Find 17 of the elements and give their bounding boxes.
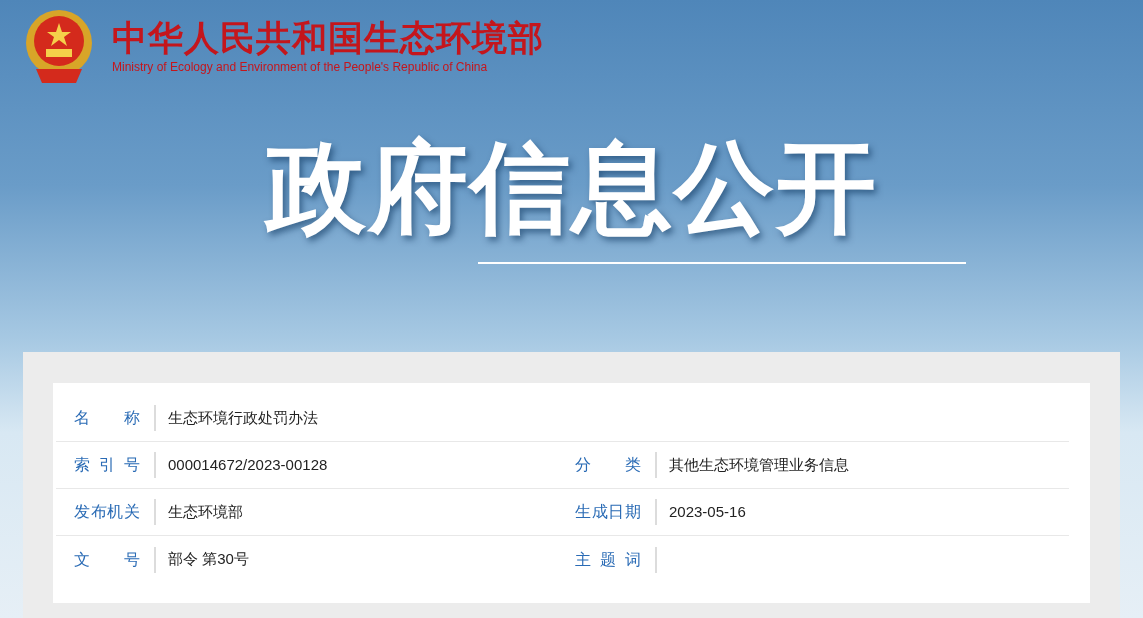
- field-label: 分类: [575, 455, 641, 475]
- field-label: 主题词: [575, 549, 641, 570]
- field-value: 2023-05-16: [669, 501, 746, 522]
- field-value: 其他生态环境管理业务信息: [669, 454, 849, 475]
- field-value: 生态环境部: [168, 501, 243, 522]
- field-label: 索引号: [74, 455, 140, 475]
- field-value: 000014672/2023-00128: [168, 454, 328, 475]
- site-subtitle: Ministry of Ecology and Environment of the People's Republic of China: [112, 59, 489, 75]
- field-value: 生态环境行政处罚办法: [168, 407, 318, 428]
- emblem-icon: [24, 7, 94, 85]
- field-label: 名称: [74, 408, 140, 428]
- banner-title: 政府信息公开: [265, 132, 878, 242]
- field-label: 文号: [74, 549, 140, 570]
- field-label: 生成日期: [575, 502, 641, 522]
- site-title: 中华人民共和国生态环境部: [112, 17, 544, 59]
- field-label: 发布机关: [74, 502, 140, 522]
- field-value: 部令 第30号: [168, 549, 249, 570]
